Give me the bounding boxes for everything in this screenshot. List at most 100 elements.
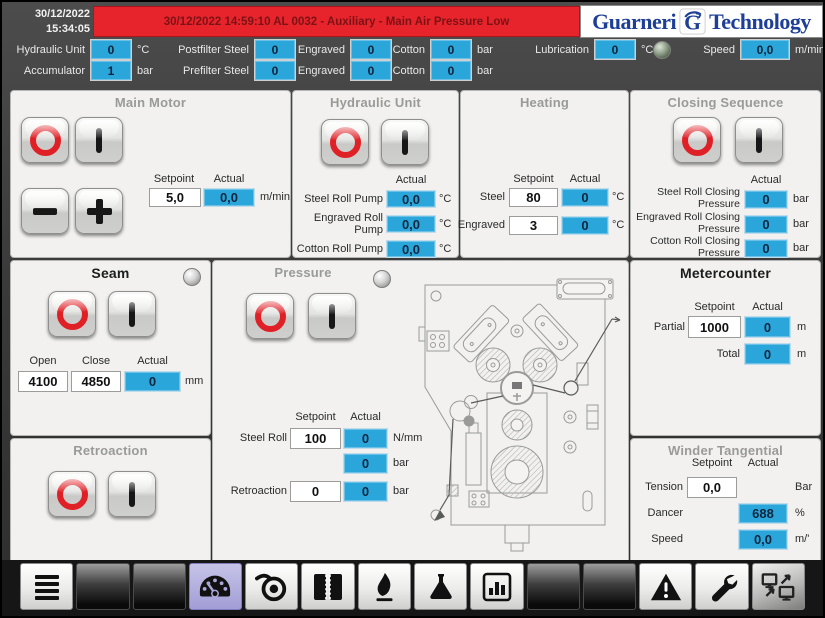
menu-icon (30, 571, 64, 603)
status-value: 0,0 (740, 39, 790, 60)
screen-switch-icon (761, 571, 795, 603)
actual-header: Actual (738, 457, 788, 469)
pressure-start-button[interactable] (308, 293, 356, 339)
steel-heating-actual-field: 0 (561, 188, 609, 207)
total-meter-actual-field: 0 (744, 343, 791, 365)
winder-icon (255, 571, 289, 603)
steel-roll-pressure-bar-field: 0 (343, 453, 388, 474)
partial-meter-setpoint-field[interactable]: 1000 (688, 316, 741, 338)
retroaction-pressure-setpoint-field[interactable]: 0 (290, 481, 341, 502)
tension-setpoint-field[interactable]: 0,0 (687, 477, 737, 498)
retroaction-start-button[interactable] (108, 471, 156, 517)
clock: 30/12/2022 15:34:05 (8, 7, 90, 38)
steel-closing-pressure-field: 0 (744, 190, 788, 209)
speed-setpoint-field[interactable]: 5,0 (149, 188, 201, 207)
status-value: 0 (254, 60, 296, 81)
seam-stop-button[interactable] (48, 291, 96, 337)
status-postfilter-cotton: Cotton 0 bar (430, 40, 493, 59)
toolbar-blank-button-3[interactable] (527, 563, 580, 610)
start-icon (129, 482, 135, 507)
status-value: 0 (350, 39, 392, 60)
status-prefilter-engraved: Engraved 0 (350, 61, 392, 80)
closing-stop-button[interactable] (673, 117, 721, 163)
toolbar-fabric-button[interactable] (301, 563, 354, 610)
steel-heating-setpoint-field[interactable]: 80 (509, 188, 558, 207)
steel-roll-pump-field: 0,0 (386, 190, 436, 208)
fabric-rolls-icon (311, 571, 345, 603)
engraved-heating-actual-field: 0 (561, 216, 609, 235)
hmi-screen: 30/12/2022 15:34:05 30/12/2022 14:59:10 … (0, 0, 825, 618)
start-icon (402, 130, 408, 155)
seam-open-field[interactable]: 4100 (18, 371, 68, 392)
toolbar-blank-button-1[interactable] (76, 563, 129, 610)
pressure-stop-button[interactable] (246, 293, 294, 339)
engraved-roll-pump-field: 0,0 (386, 215, 436, 233)
start-icon (96, 128, 102, 153)
steel-roll-pressure-setpoint-field[interactable]: 100 (290, 428, 341, 449)
panel-title: Pressure (213, 265, 393, 280)
panel-winder-tangential: Winder Tangential Setpoint Actual Tensio… (630, 438, 821, 564)
main-motor-start-button[interactable] (75, 117, 123, 163)
gauge-icon (198, 571, 232, 603)
closing-start-button[interactable] (735, 117, 783, 163)
toolbar-settings-button[interactable] (695, 563, 748, 610)
toolbar-menu-button[interactable] (20, 563, 73, 610)
panel-heating: Heating Setpoint Actual Steel 80 0 °C En… (460, 90, 629, 258)
status-value: 0 (430, 39, 472, 60)
seam-close-field[interactable]: 4850 (71, 371, 121, 392)
toolbar-winder-button[interactable] (245, 563, 298, 610)
flask-icon (424, 571, 458, 603)
steel-roll-pressure-actual-field: 0 (343, 428, 388, 449)
status-value: 0 (90, 39, 132, 60)
panel-title: Winder Tangential (631, 443, 820, 458)
logo-monogram-icon: G (679, 8, 706, 35)
retroaction-stop-button[interactable] (48, 471, 96, 517)
main-motor-stop-button[interactable] (21, 117, 69, 163)
hydraulic-start-button[interactable] (381, 119, 429, 165)
dancer-actual-field: 688 (738, 503, 788, 524)
toolbar-screen-switch-button[interactable] (752, 563, 805, 610)
start-icon (129, 302, 135, 327)
toolbar-flask-button[interactable] (414, 563, 467, 610)
alarm-banner[interactable]: 30/12/2022 14:59:10 AL 0032 - Auxiliary … (93, 6, 580, 37)
status-value: 0 (430, 60, 472, 81)
status-prefilter-cotton: Cotton 0 bar (430, 61, 493, 80)
toolbar-blank-button-2[interactable] (133, 563, 186, 610)
toolbar-dashboard-button[interactable] (189, 563, 242, 610)
status-postfilter-engraved: Engraved 0 (350, 40, 392, 59)
toolbar-alarms-button[interactable] (639, 563, 692, 610)
speed-increase-button[interactable] (75, 188, 123, 234)
status-prefilter-steel: Prefilter Steel 0 (254, 61, 296, 80)
engraved-heating-setpoint-field[interactable]: 3 (509, 216, 558, 235)
toolbar-blank-button-4[interactable] (583, 563, 636, 610)
actual-header: Actual (744, 174, 788, 186)
panel-closing-sequence: Closing Sequence Actual Steel Roll Closi… (630, 90, 821, 258)
bottom-toolbar (20, 563, 805, 610)
seam-led-indicator (183, 268, 201, 286)
status-value: 0 (594, 39, 636, 60)
flame-icon (367, 571, 401, 603)
logo-text-right: Technology (709, 9, 811, 35)
seam-start-button[interactable] (108, 291, 156, 337)
hydraulic-stop-button[interactable] (321, 119, 369, 165)
wrench-icon (705, 571, 739, 603)
actual-header: Actual (386, 174, 436, 186)
panel-title: Heating (461, 95, 628, 110)
pressure-led-indicator (373, 270, 391, 288)
stop-icon (30, 125, 61, 156)
brand-logo: Guarneri G Technology (580, 5, 823, 38)
speed-actual-field: 0,0 (203, 188, 255, 207)
toolbar-reports-button[interactable] (470, 563, 523, 610)
status-accumulator: Accumulator 1 bar (90, 61, 153, 80)
status-postfilter-steel: Postfilter Steel 0 (254, 40, 296, 59)
plus-icon (87, 199, 112, 224)
cotton-closing-pressure-field: 0 (744, 239, 788, 258)
engraved-closing-pressure-field: 0 (744, 215, 788, 234)
speed-decrease-button[interactable] (21, 188, 69, 234)
partial-meter-actual-field: 0 (744, 316, 791, 338)
stop-icon (682, 125, 713, 156)
setpoint-header: Setpoint (145, 173, 203, 185)
alarm-text: 30/12/2022 14:59:10 AL 0032 - Auxiliary … (164, 16, 510, 28)
panel-title: Metercounter (631, 265, 820, 281)
toolbar-flame-button[interactable] (358, 563, 411, 610)
